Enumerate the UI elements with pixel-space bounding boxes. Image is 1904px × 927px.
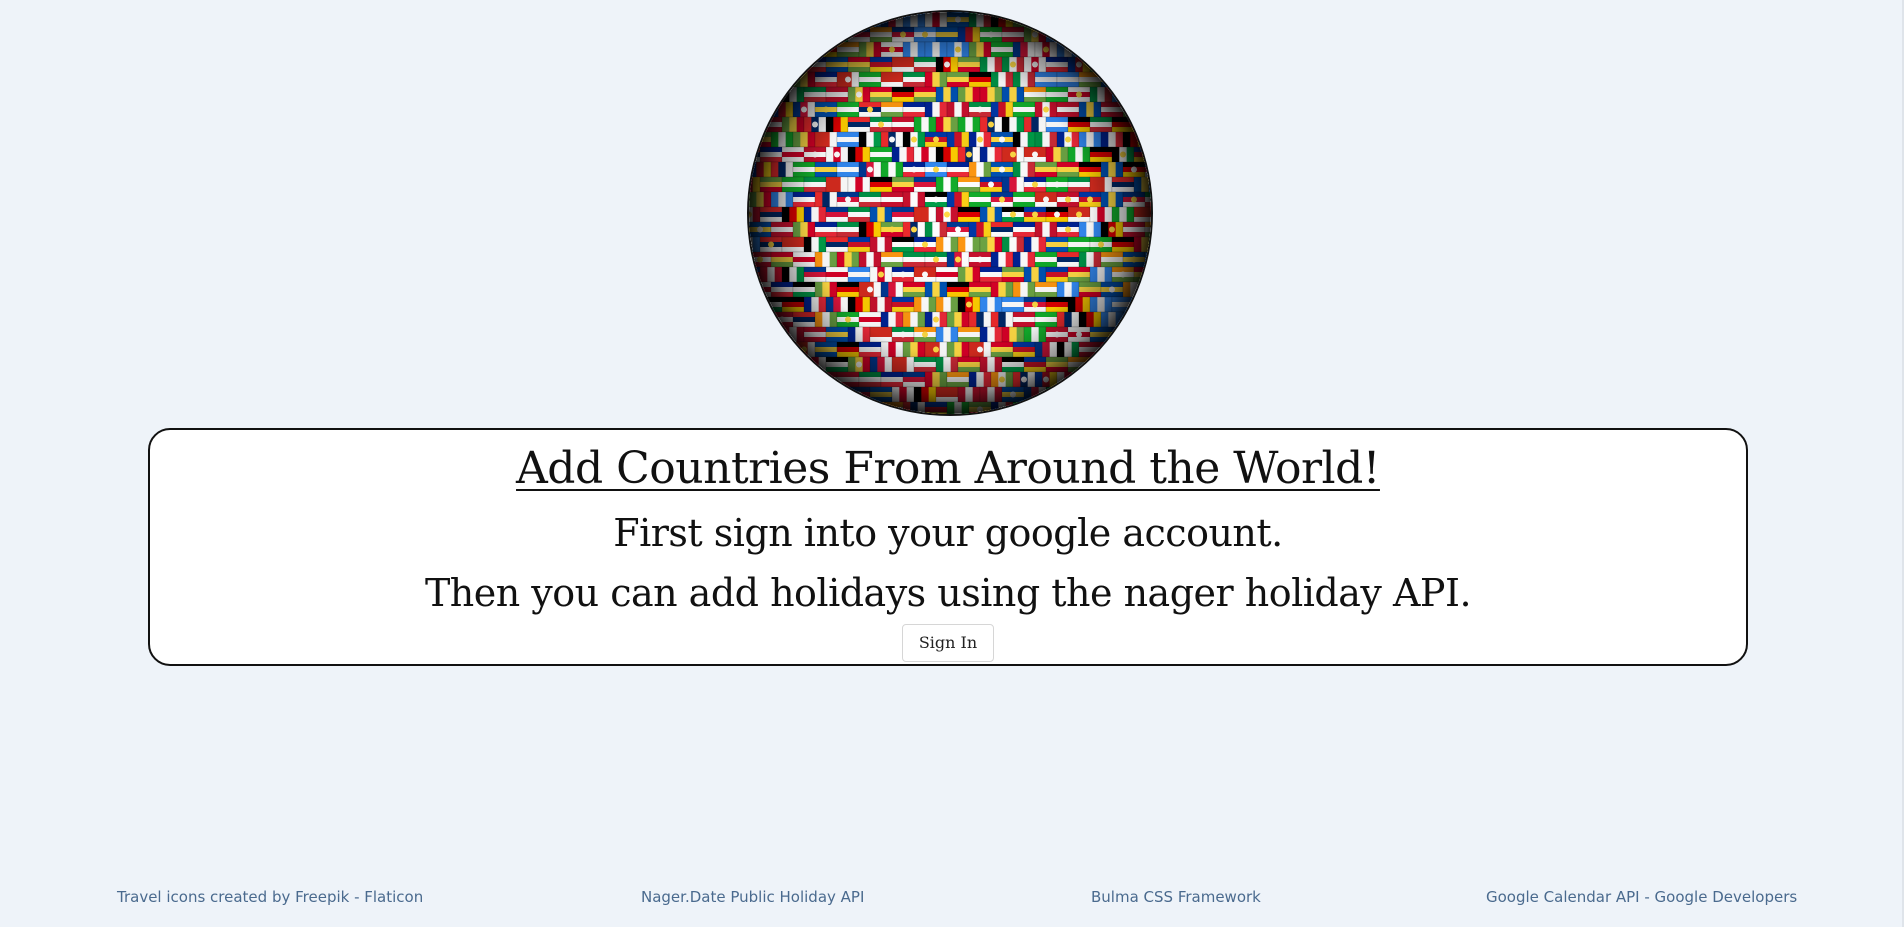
intro-card: Add Countries From Around the World! Fir… [148,428,1748,666]
footer-link-bulma[interactable]: Bulma CSS Framework [1091,885,1261,909]
footer-link-google-calendar-api[interactable]: Google Calendar API - Google Developers [1486,885,1797,909]
footer: Travel icons created by Freepik - Flatic… [0,885,1904,909]
page-title: Add Countries From Around the World! [516,443,1380,494]
sign-in-instruction: First sign into your google account. [613,511,1283,555]
sign-in-button[interactable]: Sign In [901,624,995,662]
holiday-instruction: Then you can add holidays using the nage… [424,571,1472,615]
flags-mosaic [749,12,1151,414]
flags-globe-image [749,12,1151,414]
footer-link-nager-date[interactable]: Nager.Date Public Holiday API [641,885,864,909]
footer-link-flaticon[interactable]: Travel icons created by Freepik - Flatic… [117,885,423,909]
